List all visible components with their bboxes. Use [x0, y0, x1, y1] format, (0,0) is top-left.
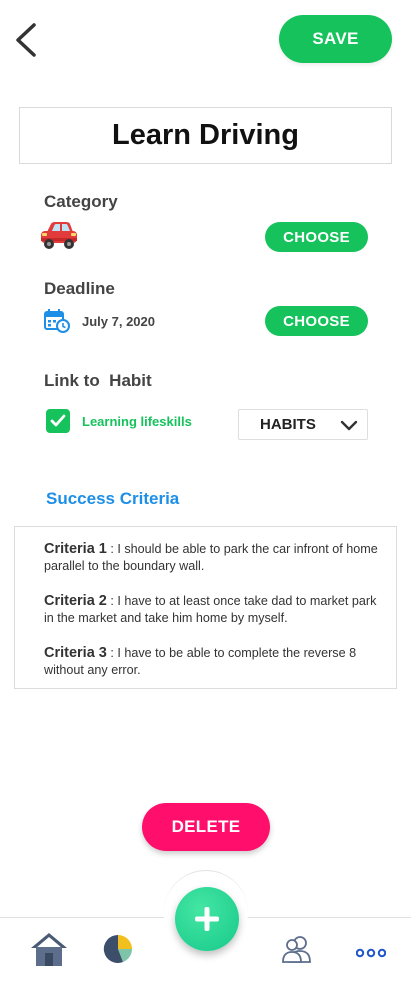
criteria-item: Criteria 3 : I have to be able to comple… [44, 645, 357, 677]
habit-checkbox[interactable] [46, 409, 70, 433]
criteria-list: Criteria 1 : I should be able to park th… [14, 526, 397, 689]
users-icon[interactable] [281, 934, 313, 969]
chevron-left-icon [16, 23, 36, 57]
calendar-icon [44, 309, 70, 338]
criteria-item: Criteria 1 : I should be able to park th… [44, 541, 378, 573]
add-button[interactable] [175, 887, 239, 951]
success-criteria-title: Success Criteria [46, 489, 180, 508]
pie-chart-icon[interactable] [102, 933, 134, 970]
delete-button[interactable]: DELETE [142, 803, 270, 851]
choose-category-button[interactable]: CHOOSE [265, 222, 368, 252]
plus-icon [195, 907, 219, 931]
goal-title-input[interactable]: Learn Driving [19, 107, 392, 164]
habits-dropdown-value: HABITS [260, 416, 316, 433]
deadline-label: Deadline [44, 279, 115, 298]
habits-dropdown[interactable]: HABITS [238, 409, 368, 440]
criteria-label: Criteria 3 [44, 645, 107, 661]
choose-deadline-button[interactable]: CHOOSE [265, 306, 368, 336]
chevron-down-icon [340, 420, 358, 431]
link-to-habit-label: Link to Habit [44, 371, 152, 390]
save-button[interactable]: SAVE [279, 15, 392, 63]
deadline-date: July 7, 2020 [82, 314, 155, 329]
criteria-label: Criteria 2 [44, 593, 107, 609]
checkmark-icon [50, 414, 66, 427]
back-button[interactable] [12, 22, 42, 58]
linked-habit-name[interactable]: Learning lifeskills [82, 414, 192, 429]
red-car-icon [39, 219, 79, 256]
home-icon[interactable] [30, 931, 68, 972]
more-icon[interactable] [355, 946, 387, 964]
category-label: Category [44, 192, 118, 211]
criteria-item: Criteria 2 : I have to at least once tak… [44, 593, 377, 625]
criteria-label: Criteria 1 [44, 541, 107, 557]
